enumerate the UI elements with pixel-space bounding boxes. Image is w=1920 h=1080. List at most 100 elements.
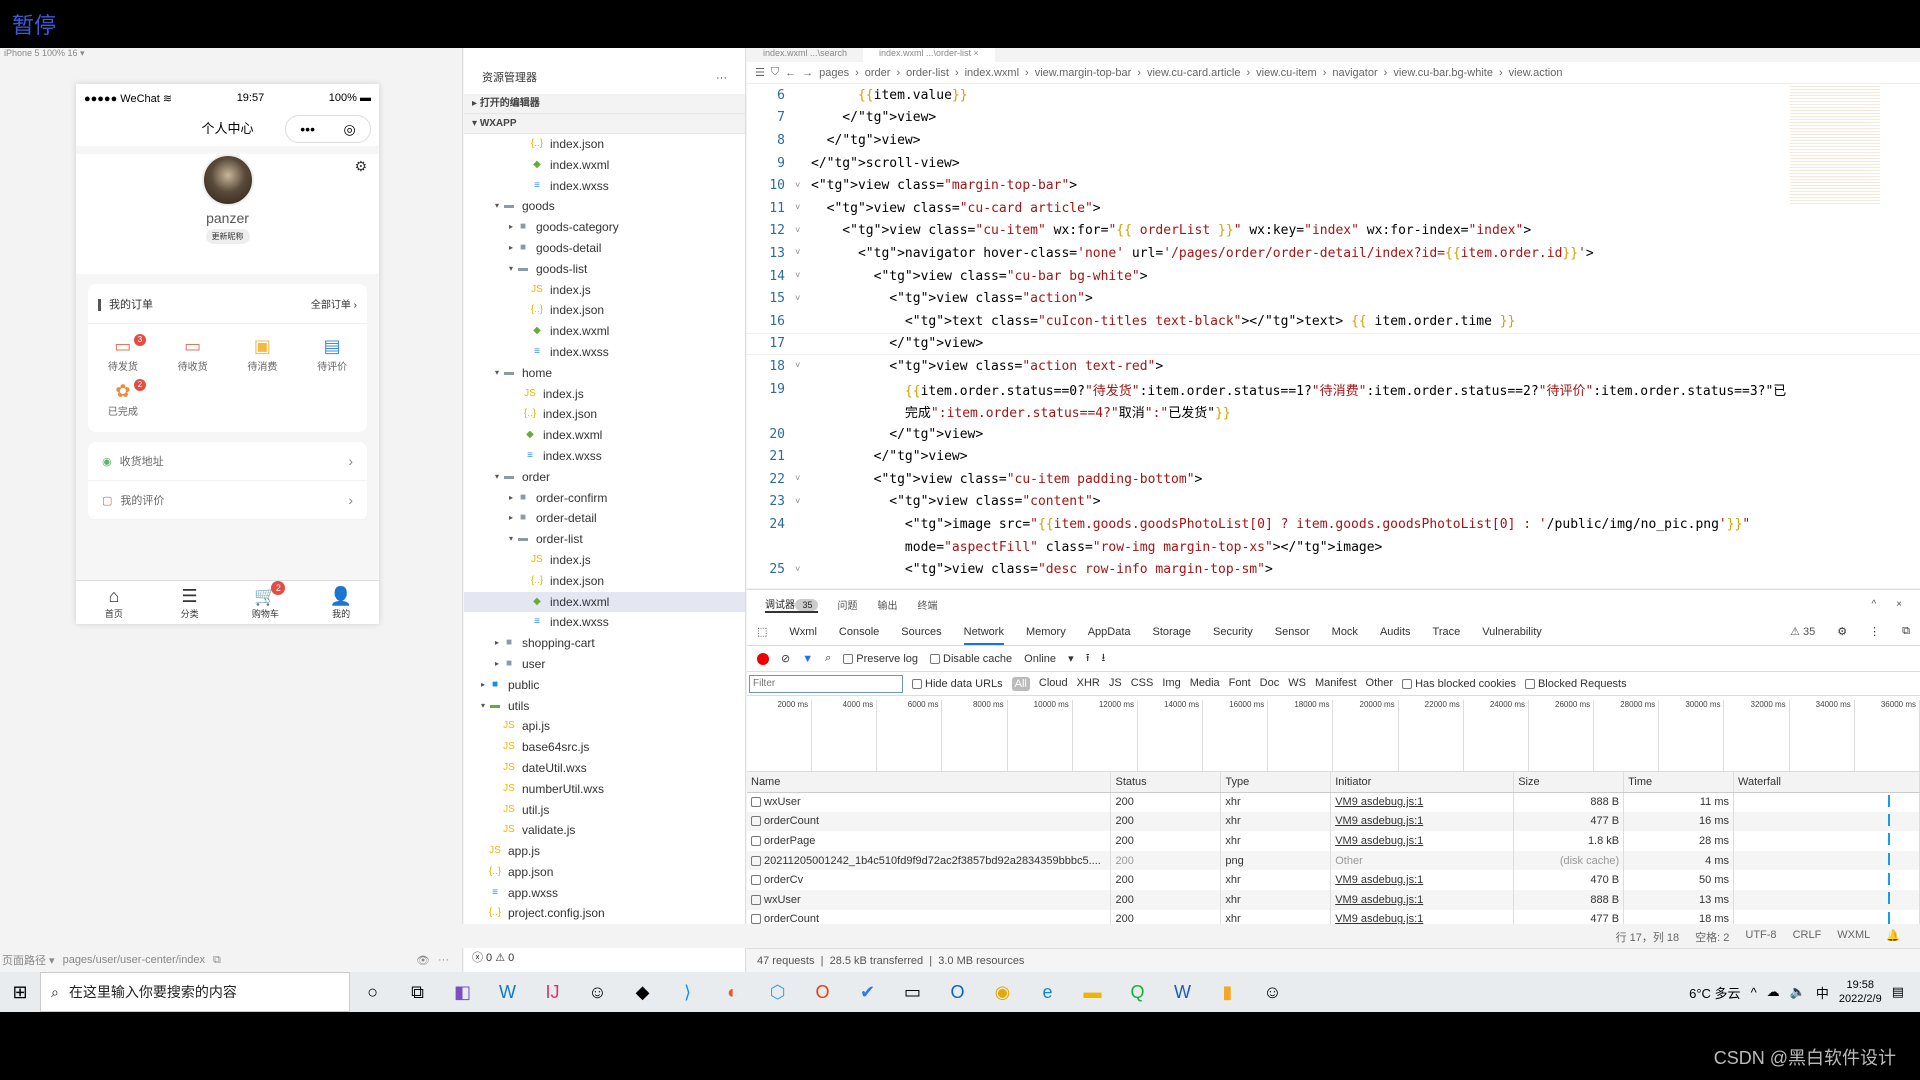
editor-tab[interactable]: index.wxml ...\order-list × (863, 48, 995, 62)
visual-studio-icon[interactable]: ◧ (440, 982, 485, 1003)
panel-tab-network[interactable]: Network (963, 619, 1004, 645)
tree-item[interactable]: {..} project.config.json (464, 903, 745, 924)
intellij-icon[interactable]: IJ (530, 982, 575, 1003)
tray-expand-icon[interactable]: ^ (1751, 985, 1757, 1000)
filter-type-doc[interactable]: Doc (1260, 677, 1280, 691)
project-section[interactable]: ▾ WXAPP (464, 114, 745, 134)
filter-input[interactable] (749, 674, 903, 693)
tree-item[interactable]: ≡ app.wxss (464, 883, 745, 904)
close-icon[interactable]: × (1896, 599, 1902, 610)
more-icon[interactable]: ••• (300, 112, 315, 146)
hide-data-urls-checkbox[interactable]: Hide data URLs (912, 678, 1003, 690)
breadcrumb-item[interactable]: order-list (906, 67, 949, 79)
code-line[interactable]: 7 </"tg">view> (747, 107, 1920, 130)
panel-tab-memory[interactable]: Memory (1026, 626, 1066, 638)
notification-icon[interactable]: ▤ (1892, 984, 1904, 1000)
request-row[interactable]: orderCount 200 xhr VM9 asdebug.js:1 477 B 16 … (747, 811, 1920, 832)
upload-icon[interactable]: ⭱ (1086, 649, 1090, 668)
tree-item[interactable]: ▸ ■ public (464, 675, 745, 696)
bell-icon[interactable]: 🔔 (1886, 929, 1900, 945)
filter-type-all[interactable]: All (1011, 676, 1030, 691)
devtools-top-tab[interactable]: 问题 (838, 597, 858, 612)
tree-item[interactable]: ▸ ■ goods-detail (464, 238, 745, 259)
outlook-icon[interactable]: O (935, 982, 980, 1003)
nodejs-icon[interactable]: ⬡ (755, 982, 800, 1003)
back-icon[interactable]: ← (785, 67, 796, 79)
code-line[interactable]: 9 </"tg">scroll-view> (747, 152, 1920, 175)
explorer-icon[interactable]: ▬ (1070, 982, 1115, 1003)
menu-item[interactable]: ◉ 收货地址 › (88, 442, 367, 481)
breadcrumb-item[interactable]: order (865, 67, 891, 79)
column-header-type[interactable]: Type (1220, 772, 1332, 793)
all-orders-link[interactable]: 全部订单 › (311, 296, 357, 311)
filter-icon[interactable]: ▼ (802, 653, 813, 665)
tree-item[interactable]: ≡ index.wxss (464, 446, 745, 467)
throttle-select[interactable]: Online ▾ (1024, 652, 1074, 665)
devtools-top-tab[interactable]: 输出 (878, 597, 898, 612)
tree-item[interactable]: {..} index.json (464, 134, 745, 155)
kebab-icon[interactable]: ⋮ (1869, 625, 1880, 638)
code-line[interactable]: 完成":item.order.status==4?"取消":"已发货"}} (747, 400, 1920, 423)
code-line[interactable]: 13 ˅ <"tg">navigator hover-class='none' u… (747, 242, 1920, 265)
panel-tab-storage[interactable]: Storage (1153, 626, 1192, 638)
tree-item[interactable]: ▾ ▬ goods-list (464, 259, 745, 280)
code-line[interactable]: 14 ˅ <"tg">view class="cu-bar bg-white"> (747, 265, 1920, 288)
collapse-icon[interactable]: ^ (1871, 599, 1876, 610)
todo-icon[interactable]: ✔ (845, 982, 890, 1003)
request-initiator[interactable]: VM9 asdebug.js:1 (1330, 870, 1515, 890)
tree-item[interactable]: JS dateUtil.wxs (464, 758, 745, 779)
tree-item[interactable]: ▸ ■ user (464, 654, 745, 675)
windows-start-icon[interactable]: ⊞ (0, 982, 40, 1003)
webstorm-icon[interactable]: W (485, 982, 530, 1003)
disable-cache-checkbox[interactable]: Disable cache (930, 653, 1012, 665)
code-line[interactable]: 6 {{item.value}} (747, 84, 1920, 107)
order-status-待消费[interactable]: ▣ 待消费 (228, 336, 298, 373)
encoding[interactable]: UTF-8 (1745, 929, 1776, 945)
computer-icon[interactable]: ▭ (890, 982, 935, 1003)
devtools-top-tab[interactable]: 调试器 35 (765, 596, 818, 613)
fold-toggle[interactable]: ˅ (795, 226, 811, 236)
app-icon[interactable]: ◐ (710, 982, 755, 1003)
breadcrumb-item[interactable]: index.wxml (965, 67, 1019, 79)
settings-icon[interactable]: ⚙ (1837, 625, 1847, 638)
fold-toggle[interactable]: ˅ (795, 181, 811, 191)
breadcrumb-item[interactable]: view.cu-item (1256, 67, 1317, 79)
volume-icon[interactable]: 🔈 (1790, 984, 1806, 1000)
code-line[interactable]: 23 ˅ <"tg">view class="content"> (747, 491, 1920, 514)
problems-count[interactable]: ⓧ 0 ⚠ 0 (472, 949, 745, 965)
column-header-size[interactable]: Size (1513, 772, 1625, 793)
order-status-待发货[interactable]: ▭ 3 待发货 (88, 334, 158, 373)
explorer-more-button[interactable]: ··· (716, 62, 727, 94)
tree-item[interactable]: ▸ ■ shopping-cart (464, 633, 745, 654)
fold-toggle[interactable]: ˅ (795, 361, 811, 371)
code-line[interactable]: 20 </"tg">view> (747, 423, 1920, 446)
filter-type-js[interactable]: JS (1109, 677, 1122, 691)
tab-我的[interactable]: 👤 我的 (303, 581, 379, 624)
request-initiator[interactable]: VM9 asdebug.js:1 (1330, 831, 1515, 851)
more-icon[interactable]: ··· (438, 954, 449, 966)
tab-分类[interactable]: ☰ 分类 (152, 581, 228, 624)
edge-icon[interactable]: e (1025, 982, 1070, 1003)
weather-widget[interactable]: 6°C 多云 (1689, 983, 1740, 1002)
tree-item[interactable]: JS index.js (464, 280, 745, 301)
breadcrumb-item[interactable]: pages (819, 67, 849, 79)
menu-item[interactable]: ▢ 我的评价 › (88, 481, 367, 520)
code-line[interactable]: 17 </"tg">view> (747, 332, 1920, 356)
system-clock[interactable]: 19:58 2022/2/9 (1839, 978, 1882, 1006)
tree-item[interactable]: ▸ ■ order-confirm (464, 488, 745, 509)
fold-toggle[interactable]: ˅ (795, 294, 811, 304)
fold-toggle[interactable]: ˅ (795, 497, 811, 507)
copy-icon[interactable]: ⧉ (213, 954, 221, 967)
wechat-devtools2-icon[interactable]: ☺ (1250, 982, 1295, 1003)
tree-item[interactable]: ≡ index.wxss (464, 176, 745, 197)
code-line[interactable]: 15 ˅ <"tg">view class="action"> (747, 287, 1920, 310)
download-icon[interactable]: ⭳ (1102, 649, 1106, 668)
open-editors-section[interactable]: ▸ 打开的编辑器 (464, 94, 745, 114)
panel-tab-vulnerability[interactable]: Vulnerability (1482, 626, 1542, 638)
breadcrumb-item[interactable]: view.action (1509, 67, 1563, 79)
tree-item[interactable]: {..} index.json (464, 300, 745, 321)
panel-tab-trace[interactable]: Trace (1433, 626, 1461, 638)
fold-toggle[interactable]: ˅ (795, 271, 811, 281)
column-header-initiator[interactable]: Initiator (1330, 772, 1515, 793)
tree-item[interactable]: JS app.js (464, 841, 745, 862)
